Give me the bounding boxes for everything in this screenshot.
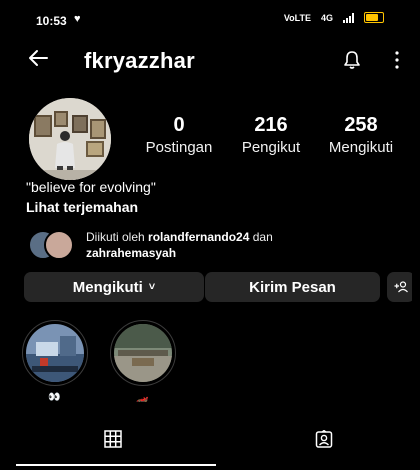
followed-by-prefix: Diikuti oleh <box>86 230 145 244</box>
following-count[interactable]: 258 Mengikuti <box>311 113 411 159</box>
more-options-icon[interactable] <box>394 50 400 70</box>
notification-icon: ♥ <box>74 13 81 25</box>
followed-by-text: Diikuti oleh rolandfernando24 dan zahrah… <box>86 229 386 261</box>
followed-by-connector: dan <box>252 230 273 244</box>
posts-value: 0 <box>173 114 185 136</box>
highlight-label: 👀 <box>48 392 61 403</box>
followed-by-user2[interactable]: zahrahemasyah <box>86 246 176 260</box>
send-message-label: Kirim Pesan <box>249 278 336 296</box>
highlight-image <box>114 324 172 382</box>
status-time: 10:53 <box>36 14 67 28</box>
followers-count[interactable]: 216 Pengikut <box>234 113 308 159</box>
story-highlight[interactable] <box>110 320 176 386</box>
story-highlight[interactable] <box>22 320 88 386</box>
avatar-photo <box>29 98 111 180</box>
grid-icon[interactable] <box>104 430 122 448</box>
signal-icon <box>343 12 354 23</box>
highlight-image <box>26 324 84 382</box>
active-tab-indicator <box>16 464 216 466</box>
send-message-button[interactable]: Kirim Pesan <box>205 272 380 302</box>
followers-label: Pengikut <box>241 139 301 156</box>
following-value: 258 <box>344 114 378 136</box>
back-arrow-icon[interactable] <box>26 46 50 70</box>
volte-label: VoLTE <box>283 12 311 23</box>
followed-by-user1[interactable]: rolandfernando24 <box>148 230 249 244</box>
battery-icon <box>364 12 384 23</box>
signal-label: 4G <box>320 12 333 23</box>
status-right-icons: VoLTE 4G <box>284 12 384 23</box>
profile-avatar[interactable] <box>29 98 111 180</box>
posts-count[interactable]: 0 Postingan <box>138 113 220 159</box>
profile-bio: "believe for evolving" Lihat terjemahan <box>26 177 156 217</box>
highlight-cover <box>26 324 84 382</box>
following-label: Mengikuti <box>328 139 394 156</box>
followers-value: 216 <box>254 114 288 136</box>
highlight-cover <box>114 324 172 382</box>
add-person-icon <box>394 281 408 293</box>
profile-screen: 10:53 ♥ VoLTE 4G fkryazzhar 0 Postingan … <box>8 0 412 470</box>
bio-text: "believe for evolving" <box>26 179 156 195</box>
posts-label: Postingan <box>145 139 213 156</box>
follower-avatar <box>44 230 74 260</box>
add-person-button[interactable] <box>387 272 412 302</box>
bell-icon[interactable] <box>342 50 362 70</box>
highlight-label: 🏎️ <box>136 392 149 403</box>
followed-by[interactable]: Diikuti oleh rolandfernando24 dan zahrah… <box>24 226 404 264</box>
profile-tabs <box>8 424 412 470</box>
tagged-icon[interactable] <box>315 430 333 448</box>
following-button-label: Mengikuti <box>72 278 143 296</box>
see-translation-link[interactable]: Lihat terjemahan <box>26 197 156 217</box>
chevron-down-icon: ˅ <box>148 281 156 293</box>
following-button[interactable]: Mengikuti ˅ <box>24 272 204 302</box>
profile-header: fkryazzhar <box>8 42 412 82</box>
profile-username: fkryazzhar <box>84 48 195 73</box>
status-bar: 10:53 ♥ VoLTE 4G <box>8 0 412 36</box>
